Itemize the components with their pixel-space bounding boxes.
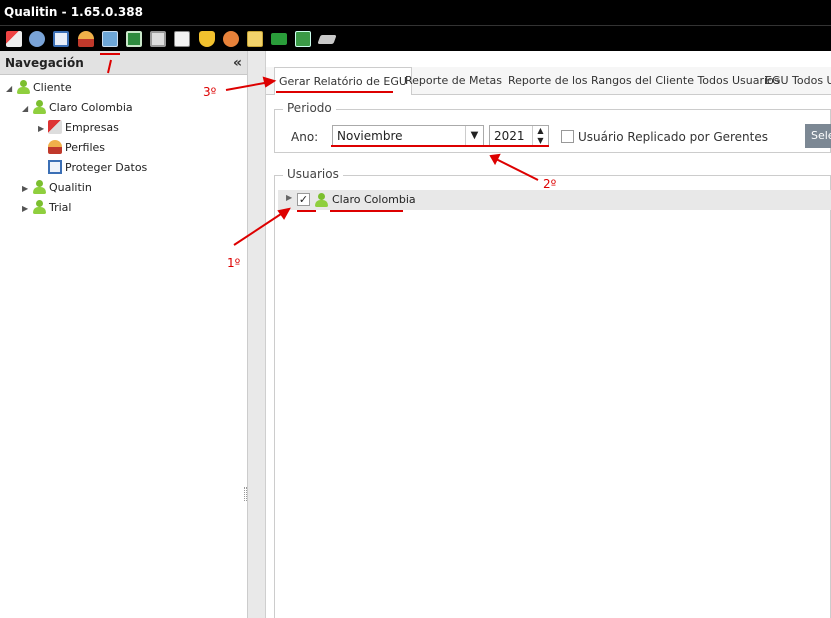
year-spinner[interactable]: 2021 ▲ ▼ (489, 125, 549, 147)
window-title: Qualitin - 1.65.0.388 (0, 0, 831, 25)
book-icon[interactable] (174, 31, 190, 47)
spinner-arrows-icon[interactable]: ▲ ▼ (532, 126, 548, 146)
user-checkbox[interactable]: ✓ (297, 193, 310, 206)
tab-reporte-de-metas[interactable]: Reporte de Metas (405, 67, 502, 95)
toolbar (0, 25, 831, 51)
ano-label: Ano: (291, 130, 319, 144)
select-button[interactable]: Sele (805, 124, 831, 148)
replicado-label: Usuário Replicado por Gerentes (578, 130, 768, 144)
heart-icon[interactable] (223, 31, 239, 47)
shield-icon[interactable] (199, 31, 215, 47)
usuarios-fieldset: Usuarios (274, 167, 831, 618)
tree-item-label: Proteger Datos (65, 161, 148, 174)
tree-item-label: Qualitin (49, 181, 92, 194)
tools-icon[interactable] (6, 31, 22, 47)
tree-item-label: Perfiles (65, 141, 106, 154)
excel-icon[interactable] (126, 31, 142, 47)
periodo-fieldset: Periodo Ano: Noviembre ▼ 2021 ▲ ▼ Usuário… (274, 101, 831, 153)
panel-splitter[interactable] (244, 51, 266, 618)
expand-arrow-icon[interactable]: ▶ (22, 200, 32, 218)
person-icon (48, 140, 62, 154)
user-group-icon (16, 80, 30, 94)
tree-item-perfiles[interactable]: Perfiles (48, 139, 105, 157)
calendar-icon (48, 160, 62, 174)
sidebar-title: Navegación (5, 56, 84, 70)
replicado-checkbox[interactable] (561, 130, 574, 143)
expand-arrow-icon[interactable]: ▶ (22, 180, 32, 198)
sidebar-header: Navegación « (0, 51, 247, 75)
expand-arrow-icon[interactable]: ▶ (38, 120, 48, 138)
tree-item-cliente[interactable]: ◢ Cliente (6, 79, 72, 97)
export-icon[interactable] (295, 31, 311, 47)
user-group-icon (32, 180, 46, 194)
report-tabs: Gerar Relatório de EGU Reporte de Metas … (266, 67, 831, 95)
tree-item-qualitin[interactable]: ▶ Qualitin (22, 179, 92, 197)
tree-item-label: Trial (49, 201, 72, 214)
person-icon[interactable] (78, 31, 94, 47)
tab-gerar-relatorio-egu[interactable]: Gerar Relatório de EGU (274, 67, 412, 95)
annotation-label-3: 3º (203, 85, 217, 99)
user-group-icon (32, 200, 46, 214)
user-row-label: Claro Colombia (332, 193, 416, 206)
users-icon[interactable] (29, 31, 45, 47)
expand-arrow-icon[interactable]: ◢ (6, 80, 16, 98)
tree-item-label: Cliente (33, 81, 72, 94)
calendar-icon[interactable] (53, 31, 69, 47)
tree-item-claro-colombia[interactable]: ◢ Claro Colombia (22, 99, 133, 117)
user-group-icon (32, 100, 46, 114)
usuarios-legend: Usuarios (283, 167, 343, 181)
navigation-sidebar: Navegación « ◢ Cliente ◢ Claro Colombia ▶ E… (0, 51, 248, 618)
main-panel: Gerar Relatório de EGU Reporte de Metas … (266, 51, 831, 618)
eraser-icon[interactable] (317, 35, 337, 44)
tools-icon (48, 120, 62, 134)
flag-icon[interactable] (271, 33, 287, 45)
annotation-label-2: 2º (543, 177, 557, 191)
tree-item-empresas[interactable]: ▶ Empresas (38, 119, 119, 137)
user-row-claro-colombia[interactable]: ▶ ✓ Claro Colombia (278, 190, 831, 210)
month-select[interactable]: Noviembre ▼ (332, 125, 484, 147)
tree-item-label: Claro Colombia (49, 101, 133, 114)
annotation-label-1: 1º (227, 256, 241, 270)
expand-arrow-icon[interactable]: ◢ (22, 100, 32, 118)
chevron-down-icon[interactable]: ▼ (465, 126, 483, 146)
splitter-grip-icon[interactable] (244, 487, 247, 501)
folder-icon[interactable] (247, 31, 263, 47)
collapse-sidebar-button[interactable]: « (233, 51, 242, 75)
user-group-icon (314, 193, 328, 207)
tab-reporte-rangos-cliente[interactable]: Reporte de los Rangos del Cliente Todos … (508, 67, 780, 95)
tree-item-proteger-datos[interactable]: Proteger Datos (48, 159, 147, 177)
year-value: 2021 (494, 129, 525, 143)
report-icon[interactable] (102, 31, 118, 47)
month-value: Noviembre (337, 129, 403, 143)
tab-egu-todos-usuarios[interactable]: EGU Todos Us (765, 67, 831, 95)
periodo-legend: Periodo (283, 101, 336, 115)
tree-item-label: Empresas (65, 121, 119, 134)
expand-arrow-icon[interactable]: ▶ (286, 193, 292, 202)
print-icon[interactable] (150, 31, 166, 47)
tree-item-trial[interactable]: ▶ Trial (22, 199, 71, 217)
